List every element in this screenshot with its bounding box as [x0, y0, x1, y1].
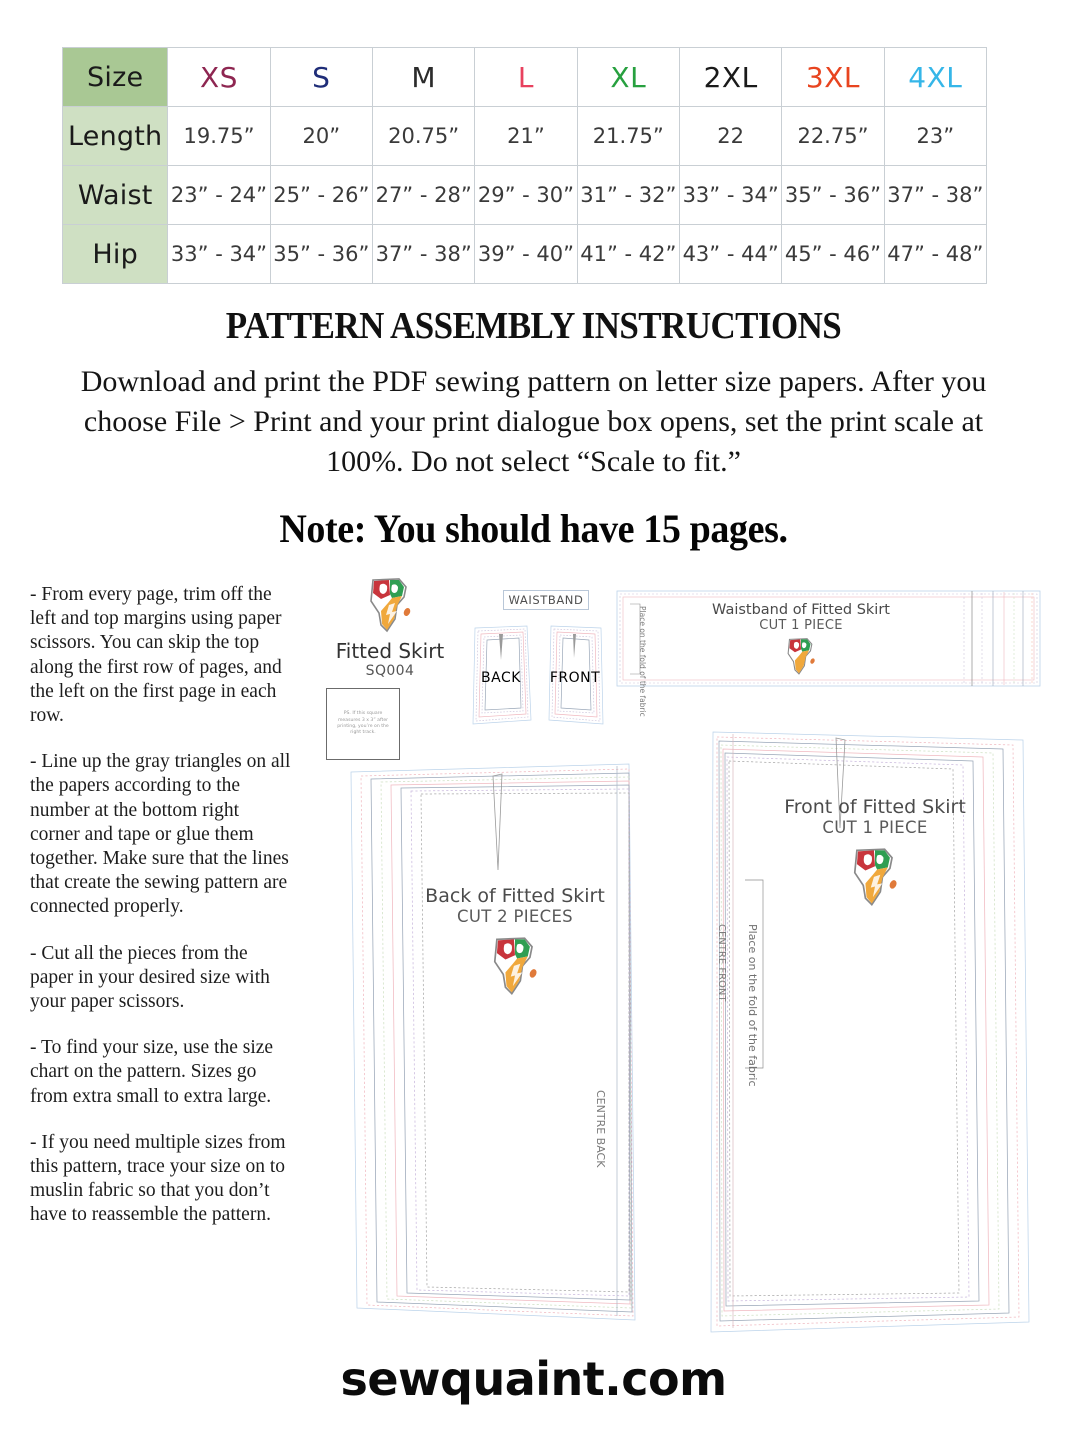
measurement-value: 21”: [474, 106, 578, 166]
back-pattern-piece: Back of Fitted Skirt CUT 2 PIECES CENTRE…: [345, 760, 645, 1325]
size-chart-row: Length 19.75” 20” 20.75” 21” 21.75” 22 22.75” 23…: [61, 106, 988, 166]
measurement-value: 19.75”: [167, 106, 271, 166]
front-fold-text: Place on the fold of the fabric: [746, 924, 759, 1087]
mini-front-label: FRONT: [550, 670, 600, 686]
waistband-piece-title: Waistband of Fitted Skirt: [712, 602, 890, 618]
measurement-value: 43” - 44”: [678, 224, 783, 284]
assembly-step-2: - Line up the gray triangles on all the …: [30, 751, 291, 918]
size-chart-corner-label: Size: [61, 47, 169, 107]
brand-code: SQ004: [365, 663, 415, 679]
site-url-footer: sewquaint.com: [340, 1352, 727, 1406]
front-pattern-piece: Front of Fitted Skirt CUT 1 PIECE CENTRE…: [705, 728, 1035, 1338]
pattern-instruction-page: Size XS S M L XL 2XL 3XL 4XL Length 19.75” 20” 20.75…: [0, 0, 1067, 1443]
size-column-header-l: L: [474, 47, 578, 107]
africa-logo-icon: [787, 638, 815, 675]
measurement-value: 22.75”: [781, 106, 885, 166]
africa-logo-icon: [370, 578, 411, 633]
measurement-value: 22: [678, 106, 783, 166]
back-centre-text: CENTRE BACK: [594, 1090, 607, 1168]
measurement-value: 25” - 26”: [269, 165, 373, 225]
africa-logo-icon: [853, 848, 897, 906]
assembly-step-5: - If you need multiple sizes from this p…: [30, 1131, 286, 1226]
back-piece-subtitle: CUT 2 PIECES: [457, 907, 573, 926]
front-piece-title: Front of Fitted Skirt: [784, 796, 966, 818]
measurement-value: 45” - 46”: [781, 224, 885, 284]
waistband-tag: WAISTBAND: [503, 590, 589, 610]
measurement-value: 31” - 32”: [576, 165, 680, 225]
print-test-square-text: PS. If this square measures 3 x 3” after…: [337, 711, 389, 736]
size-chart-header-row: Size XS S M L XL 2XL 3XL 4XL: [61, 47, 988, 107]
measurement-label-length: Length: [61, 106, 169, 166]
measurement-label-waist: Waist: [61, 165, 169, 225]
assembly-step-3: - Cut all the pieces from the paper in y…: [30, 942, 270, 1013]
size-chart: Size XS S M L XL 2XL 3XL 4XL Length 19.75” 20” 20.75…: [61, 47, 988, 284]
assembly-steps-list: - From every page, trim off the left and…: [30, 583, 292, 1250]
size-column-header-2xl: 2XL: [678, 47, 783, 107]
assembly-step-4: - To find your size, use the size chart …: [30, 1037, 274, 1107]
measurement-value: 20.75”: [371, 106, 476, 166]
mini-back-label: BACK: [481, 670, 521, 686]
measurement-value: 29” - 30”: [474, 165, 578, 225]
measurement-value: 27” - 28”: [371, 165, 476, 225]
measurement-value: 33” - 34”: [678, 165, 783, 225]
front-piece-subtitle: CUT 1 PIECE: [822, 818, 928, 837]
waistband-pattern-piece: Waistband of Fitted Skirt CUT 1 PIECE Pl…: [616, 590, 1041, 717]
measurement-value: 37” - 38”: [371, 224, 476, 284]
measurement-value: 41” - 42”: [576, 224, 680, 284]
page-count-note: Note: You should have 15 pages.: [279, 506, 788, 551]
page-title: PATTERN ASSEMBLY INSTRUCTIONS: [225, 305, 842, 347]
brand-block: Fitted Skirt SQ004: [320, 575, 460, 679]
size-chart-row: Hip 33” - 34” 35” - 36” 37” - 38” 39” - 40” 4…: [61, 224, 988, 284]
size-chart-table: Size XS S M L XL 2XL 3XL 4XL Length 19.75” 20” 20.75…: [61, 47, 988, 284]
size-column-header-xl: XL: [576, 47, 680, 107]
waistband-piece-subtitle: CUT 1 PIECE: [759, 618, 843, 633]
measurement-value: 39” - 40”: [474, 224, 578, 284]
size-column-header-4xl: 4XL: [883, 47, 988, 107]
size-column-header-3xl: 3XL: [781, 47, 885, 107]
measurement-value: 35” - 36”: [781, 165, 885, 225]
measurement-label-hip: Hip: [61, 224, 169, 284]
measurement-value: 47” - 48”: [883, 224, 988, 284]
size-chart-row: Waist 23” - 24” 25” - 26” 27” - 28” 29” - 30…: [61, 165, 988, 225]
pattern-layout-diagram: Fitted Skirt SQ004 PS. If this square me…: [300, 570, 1045, 1340]
size-column-header-xs: XS: [167, 47, 271, 107]
assembly-step-1: - From every page, trim off the left and…: [30, 584, 282, 727]
africa-logo-icon: [493, 937, 537, 995]
mini-pattern-pieces: BACK FRONT: [472, 625, 604, 725]
measurement-value: 20”: [269, 106, 373, 166]
measurement-value: 23” - 24”: [167, 165, 271, 225]
waistband-fold-text: Place on the fold of the fabric: [638, 606, 647, 717]
measurement-value: 23”: [883, 106, 988, 166]
size-column-header-m: M: [371, 47, 476, 107]
intro-paragraph: Download and print the PDF sewing patter…: [80, 365, 987, 478]
brand-name: Fitted Skirt: [335, 639, 445, 663]
measurement-value: 35” - 36”: [269, 224, 373, 284]
measurement-value: 33” - 34”: [167, 224, 271, 284]
print-test-square: PS. If this square measures 3 x 3” after…: [326, 688, 400, 760]
front-centre-text: CENTRE FRONT: [716, 924, 727, 1002]
measurement-value: 21.75”: [576, 106, 680, 166]
size-column-header-s: S: [269, 47, 373, 107]
back-piece-title: Back of Fitted Skirt: [425, 885, 605, 907]
measurement-value: 37” - 38”: [883, 165, 988, 225]
